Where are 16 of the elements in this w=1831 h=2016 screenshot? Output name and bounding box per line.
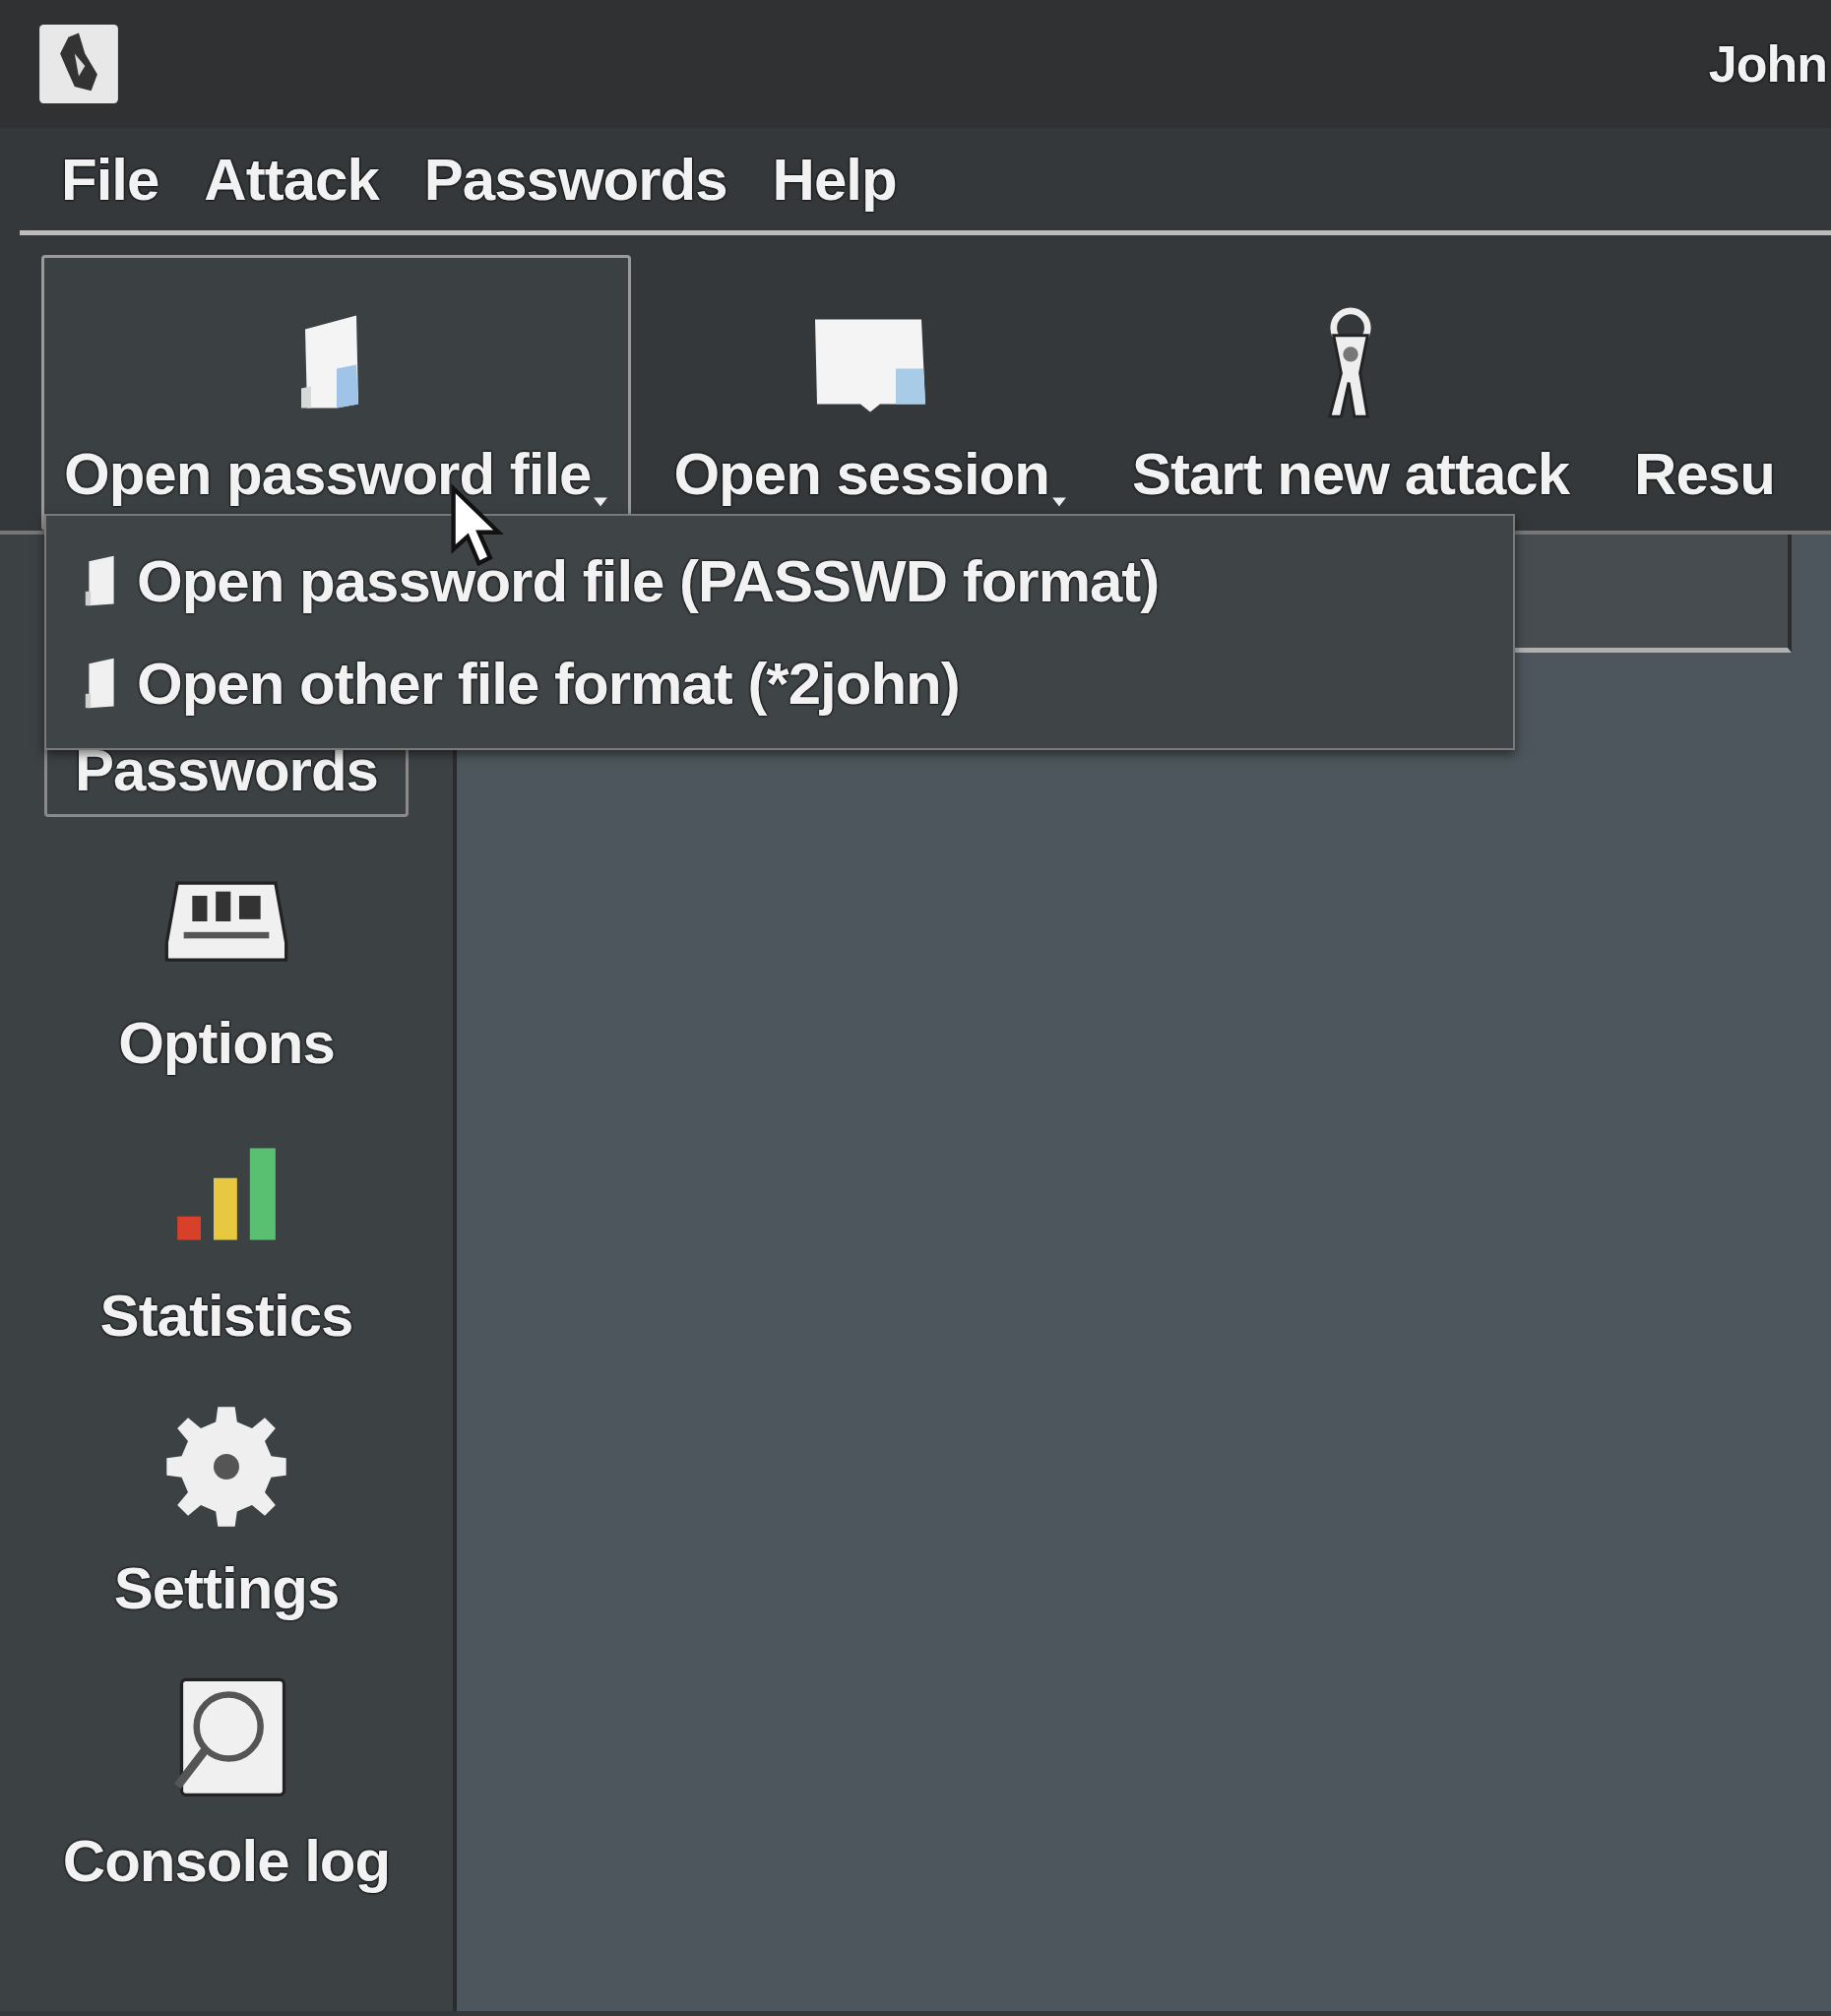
toolbar-button[interactable]: Open session	[651, 255, 1090, 531]
menu-item[interactable]: Open password file (PASSWD format)	[46, 530, 1513, 632]
window-title: John	[1708, 34, 1827, 94]
menu-item[interactable]: Help	[772, 145, 897, 214]
toolbar-button[interactable]: Start new attack	[1108, 255, 1593, 531]
sidebar-item[interactable]: Console log	[44, 1655, 409, 1908]
toolbar-button[interactable]: Open password file	[41, 255, 632, 531]
sidebar-item[interactable]: Options	[44, 837, 409, 1090]
menu-item[interactable]: Passwords	[423, 145, 727, 214]
sidebar-item[interactable]: Settings	[44, 1382, 409, 1635]
app-logo-icon	[37, 23, 120, 105]
toolbar-button[interactable]: Resu	[1611, 255, 1798, 531]
menu-item[interactable]: File	[61, 145, 159, 214]
menu-item[interactable]: Attack	[204, 145, 379, 214]
menu-item[interactable]: Open other file format (*2john)	[46, 632, 1513, 734]
sidebar-item[interactable]: Statistics	[44, 1109, 409, 1362]
